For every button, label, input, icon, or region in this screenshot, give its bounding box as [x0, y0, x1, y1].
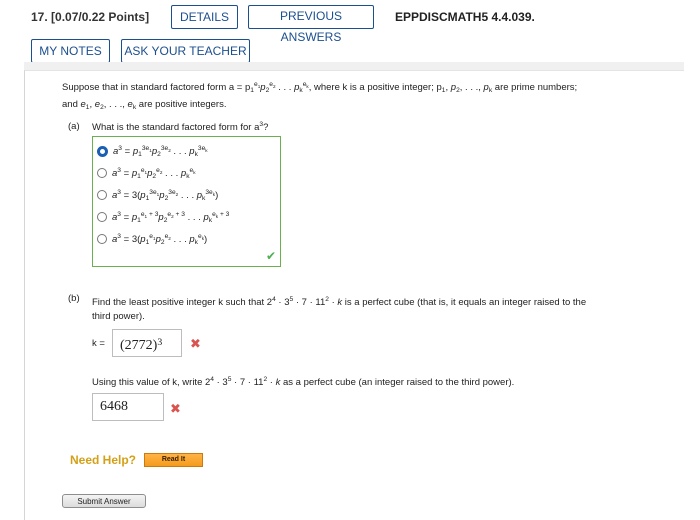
k-answer-value: (2772)	[120, 338, 158, 353]
need-help-label: Need Help?	[70, 453, 137, 467]
radio-selected-icon[interactable]	[97, 145, 108, 157]
k-answer-field[interactable]: (2772)3	[112, 329, 182, 357]
submit-answer-button[interactable]: Submit Answer	[62, 494, 146, 508]
answer-choices: a3 = p13e1p23e2 . . . pk3ek a3 = p1e1p2e…	[92, 136, 281, 267]
k-label: k =	[92, 338, 105, 349]
radio-icon[interactable]	[97, 234, 107, 244]
part-b-question-suffix: is a perfect cube (that is, it equals an…	[342, 297, 587, 308]
part-b-question: Find the least positive integer k such t…	[92, 296, 587, 322]
k-answer-exponent: 3	[157, 337, 163, 348]
part-a-label: (a)	[68, 121, 80, 132]
radio-icon[interactable]	[97, 168, 107, 178]
problem-statement: Suppose that in standard factored form a…	[62, 78, 677, 115]
choice-3-text: a3 = 3(p13e1p23e2 . . . pk3ek)	[112, 188, 219, 202]
part-b-question-line2: third power).	[92, 311, 145, 322]
part-a-question: What is the standard factored form for a…	[92, 121, 269, 133]
statement-prefix: Suppose that in standard factored form a…	[62, 82, 251, 93]
statement-line2-tail: are positive integers.	[136, 99, 227, 110]
radio-icon[interactable]	[97, 190, 107, 200]
question-header: 17. [0.07/0.22 Points] DETAILS PREVIOUS …	[0, 0, 700, 70]
statement-middle: , where k is a positive integer; p	[308, 82, 442, 93]
details-button[interactable]: DETAILS	[171, 5, 238, 29]
using-instruction: Using this value of k, write 24 · 35 · 7…	[92, 376, 515, 388]
choice-5-text: a3 = 3(p1e1p2e2 . . . pkek)	[112, 232, 208, 246]
incorrect-x-icon: ✖	[190, 336, 201, 351]
question-id: EPPDISCMATH5 4.4.039.	[395, 10, 535, 24]
cube-answer-field[interactable]: 6468	[92, 393, 164, 421]
statement-line-1: Suppose that in standard factored form a…	[62, 81, 578, 94]
part-b-label: (b)	[68, 293, 80, 304]
ask-your-teacher-button[interactable]: ASK YOUR TEACHER	[121, 39, 250, 63]
panel-top-shade	[24, 62, 684, 70]
part-b-question-prefix: Find the least positive integer k such t…	[92, 297, 273, 308]
part-a-question-text: What is the standard factored form for a	[92, 122, 260, 133]
read-it-button[interactable]: Read It	[144, 453, 203, 467]
choice-4[interactable]: a3 = p1e1 + 3p2e2 + 3 . . . pkek + 3	[97, 208, 229, 226]
my-notes-button[interactable]: MY NOTES	[31, 39, 110, 63]
choice-2[interactable]: a3 = p1e1p2e2 . . . pkek	[97, 164, 196, 182]
incorrect-x-icon: ✖	[170, 401, 181, 416]
using-text-suffix: as a perfect cube (an integer raised to …	[280, 377, 515, 388]
radio-icon[interactable]	[97, 212, 107, 222]
statement-tail: are prime numbers;	[492, 82, 578, 93]
choice-3[interactable]: a3 = 3(p13e1p23e2 . . . pk3ek)	[97, 186, 218, 204]
using-text-prefix: Using this value of k, write 2	[92, 377, 211, 388]
choice-5[interactable]: a3 = 3(p1e1p2e2 . . . pkek)	[97, 230, 207, 248]
choice-1-text: a3 = p13e1p23e2 . . . pk3ek	[113, 144, 208, 158]
correct-check-icon: ✔	[265, 249, 276, 263]
choice-4-text: a3 = p1e1 + 3p2e2 + 3 . . . pkek + 3	[112, 210, 230, 224]
question-number-and-points: 17. [0.07/0.22 Points]	[31, 10, 149, 24]
previous-answers-button[interactable]: PREVIOUS ANSWERS	[248, 5, 374, 44]
question-number: 17.	[31, 10, 48, 24]
choice-2-text: a3 = p1e1p2e2 . . . pkek	[112, 166, 196, 180]
points-label: [0.07/0.22 Points]	[51, 10, 150, 24]
choice-1[interactable]: a3 = p13e1p23e2 . . . pk3ek	[97, 142, 208, 160]
statement-line-2: and e1, e2, . . ., ek are positive integ…	[62, 99, 227, 111]
